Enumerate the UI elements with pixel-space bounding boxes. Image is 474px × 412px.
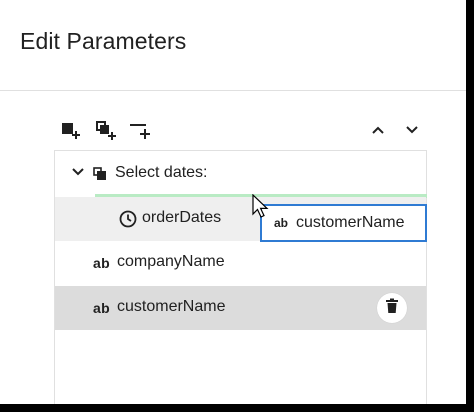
add-group-icon — [94, 119, 116, 141]
group-icon — [93, 167, 107, 186]
move-up-icon — [370, 122, 386, 138]
string-type-icon: ab — [93, 255, 110, 271]
string-type-icon: ab — [93, 300, 110, 316]
tree-group-row[interactable]: Select dates: — [55, 151, 427, 198]
parameters-tree: Select dates: orderDates ab companyName … — [54, 150, 427, 404]
item-label: customerName — [117, 298, 226, 315]
group-label: Select dates: — [115, 164, 208, 181]
move-up-button[interactable] — [365, 118, 391, 142]
add-group-button[interactable] — [92, 118, 118, 142]
header-divider — [0, 90, 466, 91]
add-separator-button[interactable] — [127, 118, 153, 142]
move-down-icon — [404, 122, 420, 138]
add-parameter-icon — [59, 119, 81, 141]
string-type-icon: ab — [274, 216, 289, 230]
tree-item-customer-name[interactable]: ab customerName — [55, 286, 426, 330]
add-separator-icon — [128, 119, 152, 141]
item-label: orderDates — [142, 209, 222, 226]
dialog-title: Edit Parameters — [20, 28, 187, 54]
tree-item-company-name[interactable]: ab companyName — [55, 241, 426, 285]
edit-parameters-dialog: Edit Parameters Select dates: orderDates… — [0, 0, 466, 404]
clock-icon — [119, 210, 137, 233]
mouse-cursor-icon — [252, 193, 270, 225]
add-parameter-button[interactable] — [57, 118, 83, 142]
item-label: companyName — [117, 253, 225, 270]
move-down-button[interactable] — [399, 118, 425, 142]
trash-icon — [385, 298, 399, 319]
delete-button[interactable] — [377, 293, 407, 323]
drag-preview: ab customerName — [260, 204, 427, 242]
drag-preview-label: customerName — [296, 214, 405, 231]
chevron-down-icon[interactable] — [71, 165, 85, 184]
